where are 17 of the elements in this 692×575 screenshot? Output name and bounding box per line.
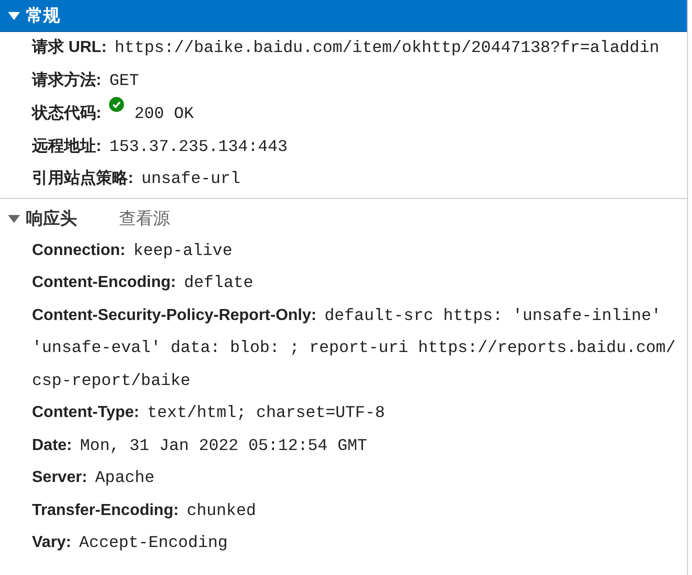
header-row-text: 远程地址: 153.37.235.134:443 — [31, 136, 289, 158]
header-row-text: 请求方法: GET — [30, 70, 140, 92]
view-source-link[interactable]: 查看源 — [119, 206, 170, 232]
header-row-text: Content-Type: text/html; charset=UTF-8 — [31, 402, 386, 424]
header-row-text: 引用站点策略: unsafe-url — [31, 168, 242, 190]
section-header[interactable]: 常规 — [0, 0, 687, 32]
header-row-text: Content-Encoding: deflate — [31, 272, 254, 294]
header-row-text: Server: Apache — [31, 467, 156, 489]
header-row-text: 请求 URL: https://baike.baidu.com/item/okhttp/20447138?fr=aladdin — [30, 37, 660, 59]
header-row-text: Vary: Accept-Encoding — [31, 532, 229, 554]
check-icon — [109, 97, 124, 112]
header-row-text: Connection: keep-alive — [31, 240, 234, 262]
collapse-caret-icon[interactable] — [8, 214, 20, 224]
header-row-text: Date: Mon, 31 Jan 2022 05:12:54 GMT — [31, 434, 368, 456]
header-row: 状态代码: 200 OK — [0, 97, 687, 130]
header-row-text: Transfer-Encoding: chunked — [31, 500, 257, 522]
collapse-caret-icon[interactable] — [8, 10, 20, 20]
